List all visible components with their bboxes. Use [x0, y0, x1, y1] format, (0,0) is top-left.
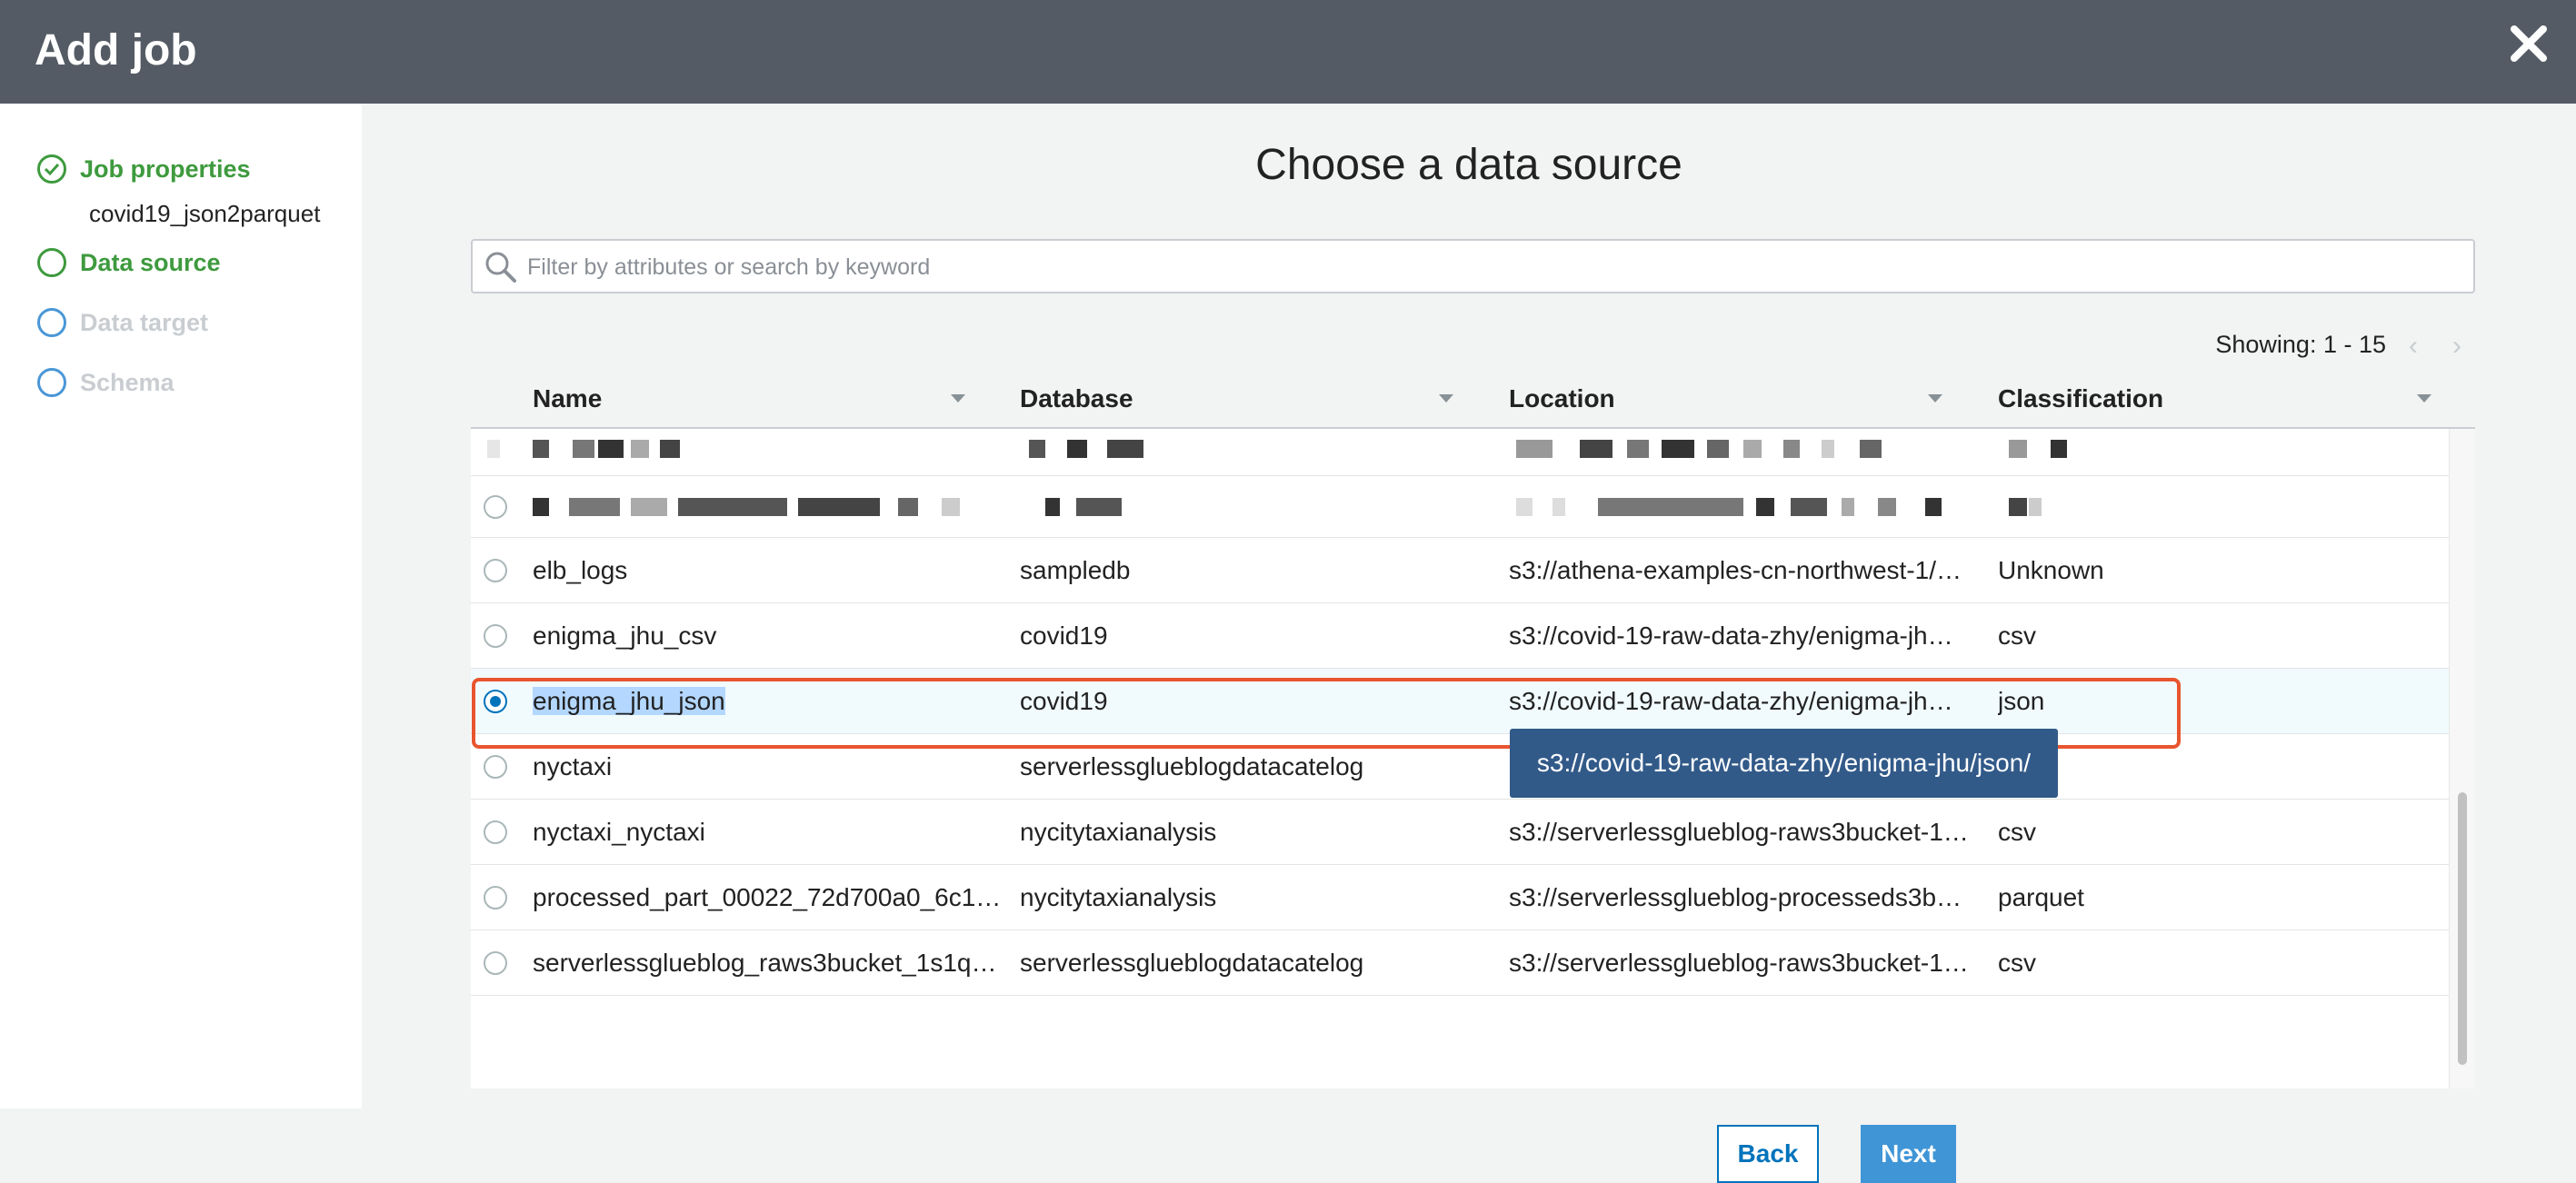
selected-text: enigma_jhu_json — [533, 687, 725, 715]
column-header-database[interactable]: Database — [1020, 378, 1133, 429]
cell-classification: parquet — [1998, 883, 2084, 911]
column-header-name[interactable]: Name — [533, 378, 602, 429]
cell-classification: Unknown — [1998, 556, 2104, 584]
main-panel: Choose a data source Showing: 1 - 15 ‹ ›… — [362, 104, 2576, 1183]
back-button[interactable]: Back — [1717, 1125, 1819, 1183]
chevron-right-icon[interactable]: › — [2446, 331, 2468, 362]
cell-location: s3://serverlessglueblog-raws3bucket-1… — [1509, 818, 1969, 846]
table-row-redacted[interactable] — [471, 476, 2450, 538]
row-radio[interactable] — [484, 755, 507, 779]
cell-name: nyctaxi_nyctaxi — [533, 818, 705, 846]
cell-database: nycitytaxianalysis — [1020, 883, 1217, 911]
step-label: Job properties — [80, 155, 251, 183]
cell-classification: csv — [1998, 818, 2036, 846]
search-input[interactable] — [525, 241, 2465, 293]
table-row[interactable]: nyctaxi serverlessglueblogdatacatelog — [471, 734, 2450, 800]
cell-database: nycitytaxianalysis — [1020, 818, 1217, 846]
row-radio[interactable] — [484, 820, 507, 844]
circle-icon — [37, 248, 66, 277]
step-label: Data target — [80, 309, 209, 336]
table-row[interactable]: serverlessglueblog_raws3bucket_1s1q… ser… — [471, 930, 2450, 996]
sort-caret-icon[interactable] — [1928, 394, 1942, 403]
cell-location: s3://covid-19-raw-data-zhy/enigma-jh… — [1509, 621, 1953, 650]
table-row[interactable]: enigma_jhu_csv covid19 s3://covid-19-raw… — [471, 603, 2450, 669]
circle-icon — [37, 368, 66, 397]
sort-caret-icon[interactable] — [1439, 394, 1453, 403]
step-label: Data source — [80, 249, 221, 276]
search-icon — [485, 252, 516, 283]
cell-location: s3://serverlessglueblog-processeds3b… — [1509, 883, 1962, 911]
cell-name: processed_part_00022_72d700a0_6c1… — [533, 883, 1002, 911]
sort-caret-icon[interactable] — [951, 394, 965, 403]
table-row[interactable]: processed_part_00022_72d700a0_6c1… nycit… — [471, 865, 2450, 930]
row-radio[interactable] — [484, 886, 507, 910]
table-row[interactable]: nyctaxi_nyctaxi nycitytaxianalysis s3://… — [471, 800, 2450, 865]
row-radio[interactable] — [484, 559, 507, 582]
cell-classification: csv — [1998, 621, 2036, 650]
step-job-name: covid19_json2parquet — [89, 200, 321, 227]
dialog-header: Add job — [0, 0, 2576, 104]
chevron-left-icon[interactable]: ‹ — [2402, 331, 2424, 362]
table-row-redacted[interactable] — [471, 429, 2450, 476]
cell-database: covid19 — [1020, 621, 1108, 650]
cell-location: s3://serverlessglueblog-raws3bucket-1… — [1509, 949, 1969, 977]
cell-database: covid19 — [1020, 687, 1108, 715]
column-header-classification[interactable]: Classification — [1998, 378, 2163, 429]
table-header: Name Database Location Classification — [471, 378, 2475, 429]
cell-classification: csv — [1998, 949, 2036, 977]
search-box[interactable] — [471, 239, 2475, 293]
cell-database: serverlessglueblogdatacatelog — [1020, 752, 1364, 780]
column-header-location[interactable]: Location — [1509, 378, 1615, 429]
cell-name: enigma_jhu_json — [533, 669, 1005, 734]
table-row[interactable]: elb_logs sampledb s3://athena-examples-c… — [471, 538, 2450, 603]
row-radio[interactable] — [484, 624, 507, 648]
cell-name: nyctaxi — [533, 752, 613, 780]
page-title: Choose a data source — [1255, 141, 1682, 189]
close-icon[interactable] — [2501, 16, 2556, 71]
next-button[interactable]: Next — [1861, 1125, 1956, 1183]
row-radio[interactable] — [484, 951, 507, 975]
cell-location: s3://covid-19-raw-data-zhy/enigma-jh… — [1509, 687, 1953, 715]
data-source-table: elb_logs sampledb s3://athena-examples-c… — [471, 429, 2475, 1089]
sort-caret-icon[interactable] — [2417, 394, 2431, 403]
location-tooltip: s3://covid-19-raw-data-zhy/enigma-jhu/js… — [1510, 729, 2058, 798]
redacted-content — [471, 476, 2450, 542]
cell-name: serverlessglueblog_raws3bucket_1s1q… — [533, 949, 997, 977]
circle-icon — [37, 308, 66, 337]
scrollbar-thumb[interactable] — [2458, 792, 2467, 1065]
cell-name: enigma_jhu_csv — [533, 621, 717, 650]
table-scrollbar[interactable] — [2449, 429, 2475, 1089]
cell-database: sampledb — [1020, 556, 1131, 584]
wizard-steps: Job properties covid19_json2parquet Data… — [0, 104, 362, 1108]
pagination-status: Showing: 1 - 15 — [2215, 331, 2386, 358]
row-radio-checked[interactable] — [484, 690, 507, 713]
cell-classification: json — [1998, 687, 2045, 715]
cell-location: s3://athena-examples-cn-northwest-1/… — [1509, 556, 1962, 584]
table-row-selected[interactable]: enigma_jhu_json covid19 s3://covid-19-ra… — [471, 669, 2450, 734]
cell-name: elb_logs — [533, 556, 628, 584]
step-label: Schema — [80, 369, 175, 396]
dialog-title: Add job — [35, 26, 197, 75]
check-circle-icon — [37, 154, 66, 184]
cell-database: serverlessglueblogdatacatelog — [1020, 949, 1364, 977]
